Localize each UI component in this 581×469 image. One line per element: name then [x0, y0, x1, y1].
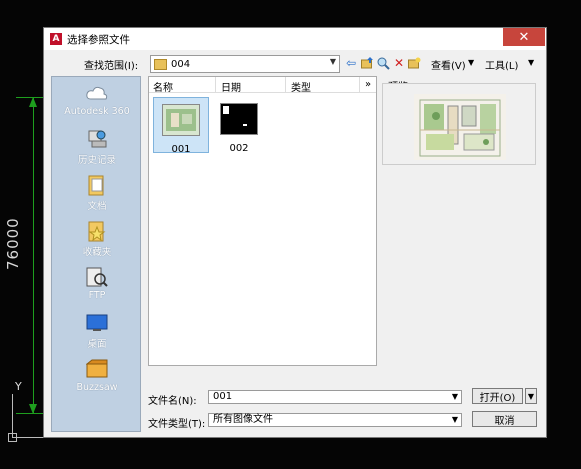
close-button[interactable]: ✕	[503, 28, 545, 46]
ucs-y-axis	[12, 394, 13, 438]
dimension-arrow-bottom	[29, 404, 37, 414]
place-autodesk360[interactable]: Autodesk 360	[52, 83, 142, 117]
filename-label: 文件名(N):	[148, 396, 197, 407]
more-columns-icon[interactable]: »	[365, 79, 371, 90]
cancel-button[interactable]: 取消	[472, 411, 537, 427]
file-name: 002	[229, 143, 249, 154]
chevron-down-icon[interactable]: ▼	[452, 391, 458, 403]
column-divider[interactable]	[285, 77, 286, 92]
preview-image	[414, 94, 506, 160]
filename-value: 001	[213, 391, 233, 402]
history-icon	[86, 129, 108, 149]
select-reference-file-dialog: A 选择参照文件 ✕ 查找范围(I): 004 ▼ ⇦ ✕ 查看(V) ▼ 工具…	[43, 27, 547, 438]
buzzsaw-icon	[86, 359, 108, 379]
views-chevron-icon[interactable]: ▼	[468, 58, 474, 67]
desktop-icon	[86, 313, 108, 333]
search-web-icon[interactable]	[376, 55, 390, 71]
create-folder-icon[interactable]	[407, 55, 421, 71]
chevron-down-icon[interactable]: ▼	[452, 414, 458, 426]
place-ftp[interactable]: FTP	[52, 267, 142, 301]
place-desktop[interactable]: 桌面	[52, 313, 142, 350]
filetype-value: 所有图像文件	[213, 414, 273, 425]
preview-panel	[382, 83, 536, 165]
image-thumbnail	[220, 103, 258, 135]
column-type[interactable]: 类型	[291, 79, 311, 94]
dialog-title: 选择参照文件	[67, 33, 130, 46]
lookin-value: 004	[171, 58, 191, 70]
views-menu[interactable]: 查看(V)	[431, 57, 466, 72]
file-name: 001	[171, 144, 191, 155]
cloud-icon	[86, 83, 108, 103]
places-panel: Autodesk 360 历史记录 文档 收藏夹 FTP 桌面 Buzzsaw	[51, 76, 141, 432]
lookin-label: 查找范围(I):	[84, 61, 139, 72]
tools-menu[interactable]: 工具(L)	[485, 57, 518, 72]
file-list[interactable]: 名称 日期 类型 » 001 002	[148, 76, 377, 366]
ftp-icon	[86, 267, 108, 287]
dimension-line	[33, 97, 34, 414]
chevron-down-icon[interactable]: ▼	[330, 57, 336, 66]
place-documents[interactable]: 文档	[52, 175, 142, 212]
place-buzzsaw[interactable]: Buzzsaw	[52, 359, 142, 393]
file-list-header: 名称 日期 类型 »	[149, 77, 376, 94]
column-name[interactable]: 名称	[153, 79, 173, 94]
dimension-arrow-top	[29, 97, 37, 107]
ucs-origin-icon	[8, 433, 17, 442]
folder-icon	[154, 58, 167, 70]
ucs-x-axis	[12, 437, 46, 438]
documents-folder-icon	[86, 175, 108, 196]
filename-input[interactable]: 001 ▼	[208, 390, 462, 404]
open-button[interactable]: 打开(O)	[472, 388, 523, 404]
filetype-label: 文件类型(T):	[148, 419, 206, 430]
delete-icon[interactable]: ✕	[392, 55, 406, 71]
file-item[interactable]: 002	[211, 97, 267, 154]
title-bar[interactable]: A 选择参照文件 ✕	[44, 28, 546, 50]
column-divider[interactable]	[359, 77, 360, 92]
filetype-select[interactable]: 所有图像文件 ▼	[208, 413, 462, 427]
place-history[interactable]: 历史记录	[52, 129, 142, 166]
open-dropdown-button[interactable]: ▼	[525, 388, 537, 404]
dimension-text: 76000	[4, 217, 22, 270]
tools-chevron-icon[interactable]: ▼	[528, 58, 534, 67]
image-thumbnail	[162, 104, 200, 136]
file-item[interactable]: 001	[153, 97, 209, 155]
back-arrow-icon[interactable]: ⇦	[344, 55, 358, 71]
place-favorites[interactable]: 收藏夹	[52, 221, 142, 258]
lookin-combo[interactable]: 004 ▼	[150, 55, 340, 73]
favorites-folder-icon	[86, 221, 108, 242]
ucs-y-label: Y	[15, 380, 22, 393]
autocad-logo-icon: A	[50, 33, 62, 45]
up-folder-icon[interactable]	[360, 55, 374, 71]
column-divider[interactable]	[215, 77, 216, 92]
lookin-toolbar: 查找范围(I): 004 ▼ ⇦ ✕ 查看(V) ▼ 工具(L) ▼	[44, 55, 546, 73]
column-date[interactable]: 日期	[221, 79, 241, 94]
